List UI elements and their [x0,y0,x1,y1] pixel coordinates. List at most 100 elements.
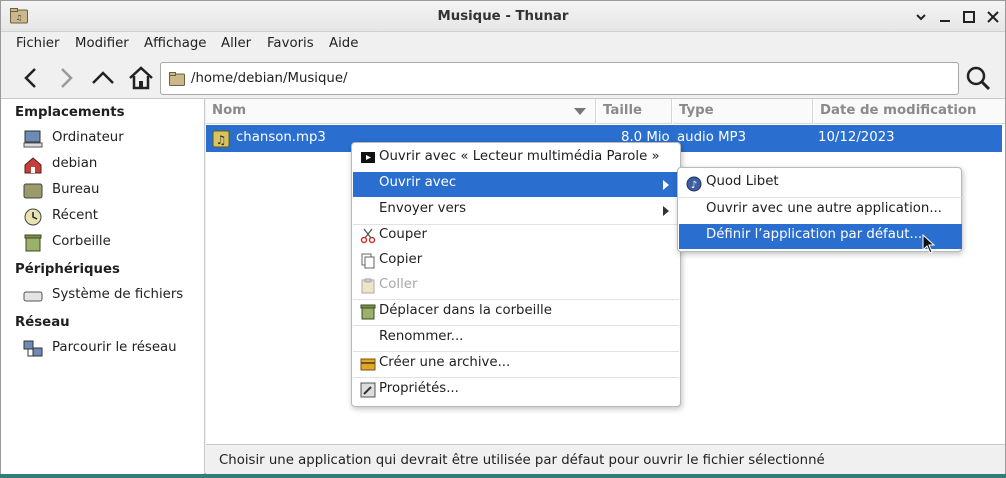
sidebar-item-debian[interactable]: debian [23,154,203,176]
submenu-item-other-application[interactable]: Ouvrir avec une autre application... [679,198,962,223]
scissors-icon [360,228,376,244]
quod-libet-icon: ♪ [686,176,702,192]
minimize-icon[interactable] [914,10,928,24]
sidebar-item-parcourir-le-reseau[interactable]: Parcourir le réseau [23,338,203,360]
folder-music-icon [169,72,185,86]
file-name: chanson.mp3 [236,130,326,145]
menu-item-label: Ouvrir avec « Lecteur multimédia Parole … [379,149,660,164]
menu-aller[interactable]: Aller [221,36,251,51]
sidebar-item-bureau[interactable]: Bureau [23,180,203,202]
menu-item-label: Ouvrir avec [379,175,457,190]
menu-item-label: Déplacer dans la corbeille [379,303,552,318]
menu-item-label: Coller [379,277,418,292]
menu-item-cut[interactable]: Couper [353,224,679,249]
menu-item-create-archive[interactable]: Créer une archive... [353,352,679,377]
sidebar-item-label: Bureau [52,182,100,197]
toolbar: /home/debian/Musique/ [1,57,1005,99]
submenu-arrow-icon [663,206,669,216]
section-emplacements: Emplacements [15,105,125,120]
maximize-icon[interactable] [962,10,976,24]
forward-icon[interactable] [52,64,80,92]
sidebar: Emplacements Ordinateur debian Bureau Ré… [1,99,205,474]
menu-fichier[interactable]: Fichier [16,36,59,51]
back-icon[interactable] [17,64,45,92]
column-label: Type [679,103,714,118]
svg-text:♫: ♫ [216,133,227,147]
menu-aide[interactable]: Aide [329,36,358,51]
search-icon[interactable] [963,64,993,92]
copy-icon [361,253,375,269]
window-title: Musique - Thunar [437,9,569,24]
file-type: audio MP3 [677,130,747,145]
svg-text:♪: ♪ [691,180,697,191]
sidebar-item-label: debian [52,156,98,171]
column-label: Taille [603,103,643,118]
menu-item-open-with-parole[interactable]: Ouvrir avec « Lecteur multimédia Parole … [353,146,679,171]
menu-item-label: Copier [379,252,423,267]
drive-icon [23,291,43,302]
sidebar-item-label: Parcourir le réseau [52,340,177,355]
menu-item-label: Propriétés... [379,381,459,396]
sidebar-item-ordinateur[interactable]: Ordinateur [23,128,203,150]
minimize-bar-icon[interactable] [938,10,952,24]
column-header-name[interactable]: Nom [206,99,596,124]
sidebar-item-corbeille[interactable]: Corbeille [23,232,203,254]
menu-affichage[interactable]: Affichage [144,36,206,51]
title-bar[interactable]: ♫ Musique - Thunar [1,1,1005,32]
home-folder-icon [24,157,42,174]
properties-icon [360,382,376,398]
menu-item-move-to-trash[interactable]: Déplacer dans la corbeille [353,300,679,325]
submenu-item-quod-libet[interactable]: ♪ Quod Libet [679,171,962,196]
computer-icon [23,130,43,148]
up-icon[interactable] [89,64,117,92]
audio-file-icon: ♫ [212,130,230,148]
sidebar-item-label: Corbeille [52,234,111,249]
file-date: 10/12/2023 [818,130,895,145]
menu-item-label: Renommer... [379,329,464,344]
trash-icon [360,304,376,320]
network-icon [23,340,43,357]
menu-item-rename[interactable]: Renommer... [353,326,679,351]
section-peripheriques: Périphériques [15,262,120,277]
menu-item-paste[interactable]: Coller [353,274,679,299]
sidebar-item-label: Système de fichiers [52,287,184,302]
media-player-icon [361,152,375,163]
column-header-date[interactable]: Date de modification [814,99,1005,124]
sidebar-item-label: Ordinateur [52,130,124,145]
section-reseau: Réseau [15,315,70,330]
menu-item-copy[interactable]: Copier [353,249,679,274]
location-bar[interactable]: /home/debian/Musique/ [160,62,959,95]
column-label: Date de modification [820,103,977,118]
submenu-arrow-icon [663,180,669,190]
open-with-submenu: ♪ Quod Libet Ouvrir avec une autre appli… [677,167,962,252]
clock-icon [24,208,42,226]
status-bar: Choisir une application qui devrait être… [206,444,1005,474]
column-label: Nom [212,103,247,118]
close-icon[interactable] [986,10,1000,24]
menu-modifier[interactable]: Modifier [75,36,129,51]
menu-item-label: Envoyer vers [379,201,467,216]
desktop-icon [23,183,43,199]
column-header-size[interactable]: Taille [597,99,672,124]
submenu-item-set-default[interactable]: Définir l’application par défaut... [679,224,962,249]
location-path: /home/debian/Musique/ [191,71,348,86]
menu-favoris[interactable]: Favoris [267,36,314,51]
menu-item-label: Créer une archive... [379,355,511,370]
home-icon[interactable] [127,64,155,92]
sidebar-item-recent[interactable]: Récent [23,206,203,228]
paste-icon [361,278,375,294]
trash-icon [24,234,42,252]
menu-item-label: Définir l’application par défaut... [706,227,923,242]
menu-item-properties[interactable]: Propriétés... [353,378,679,403]
mouse-cursor-icon [922,234,936,254]
column-header-type[interactable]: Type [673,99,813,124]
archive-icon [360,358,376,371]
menu-item-open-with[interactable]: Ouvrir avec [353,172,679,197]
menu-item-send-to[interactable]: Envoyer vers [353,198,679,223]
menu-item-label: Quod Libet [706,174,779,189]
menu-item-label: Couper [379,227,427,242]
menu-bar: Fichier Modifier Affichage Aller Favoris… [1,32,1005,57]
sort-down-icon [574,108,586,115]
sidebar-item-systeme-de-fichiers[interactable]: Système de fichiers [23,285,203,307]
status-text: Choisir une application qui devrait être… [219,453,825,468]
